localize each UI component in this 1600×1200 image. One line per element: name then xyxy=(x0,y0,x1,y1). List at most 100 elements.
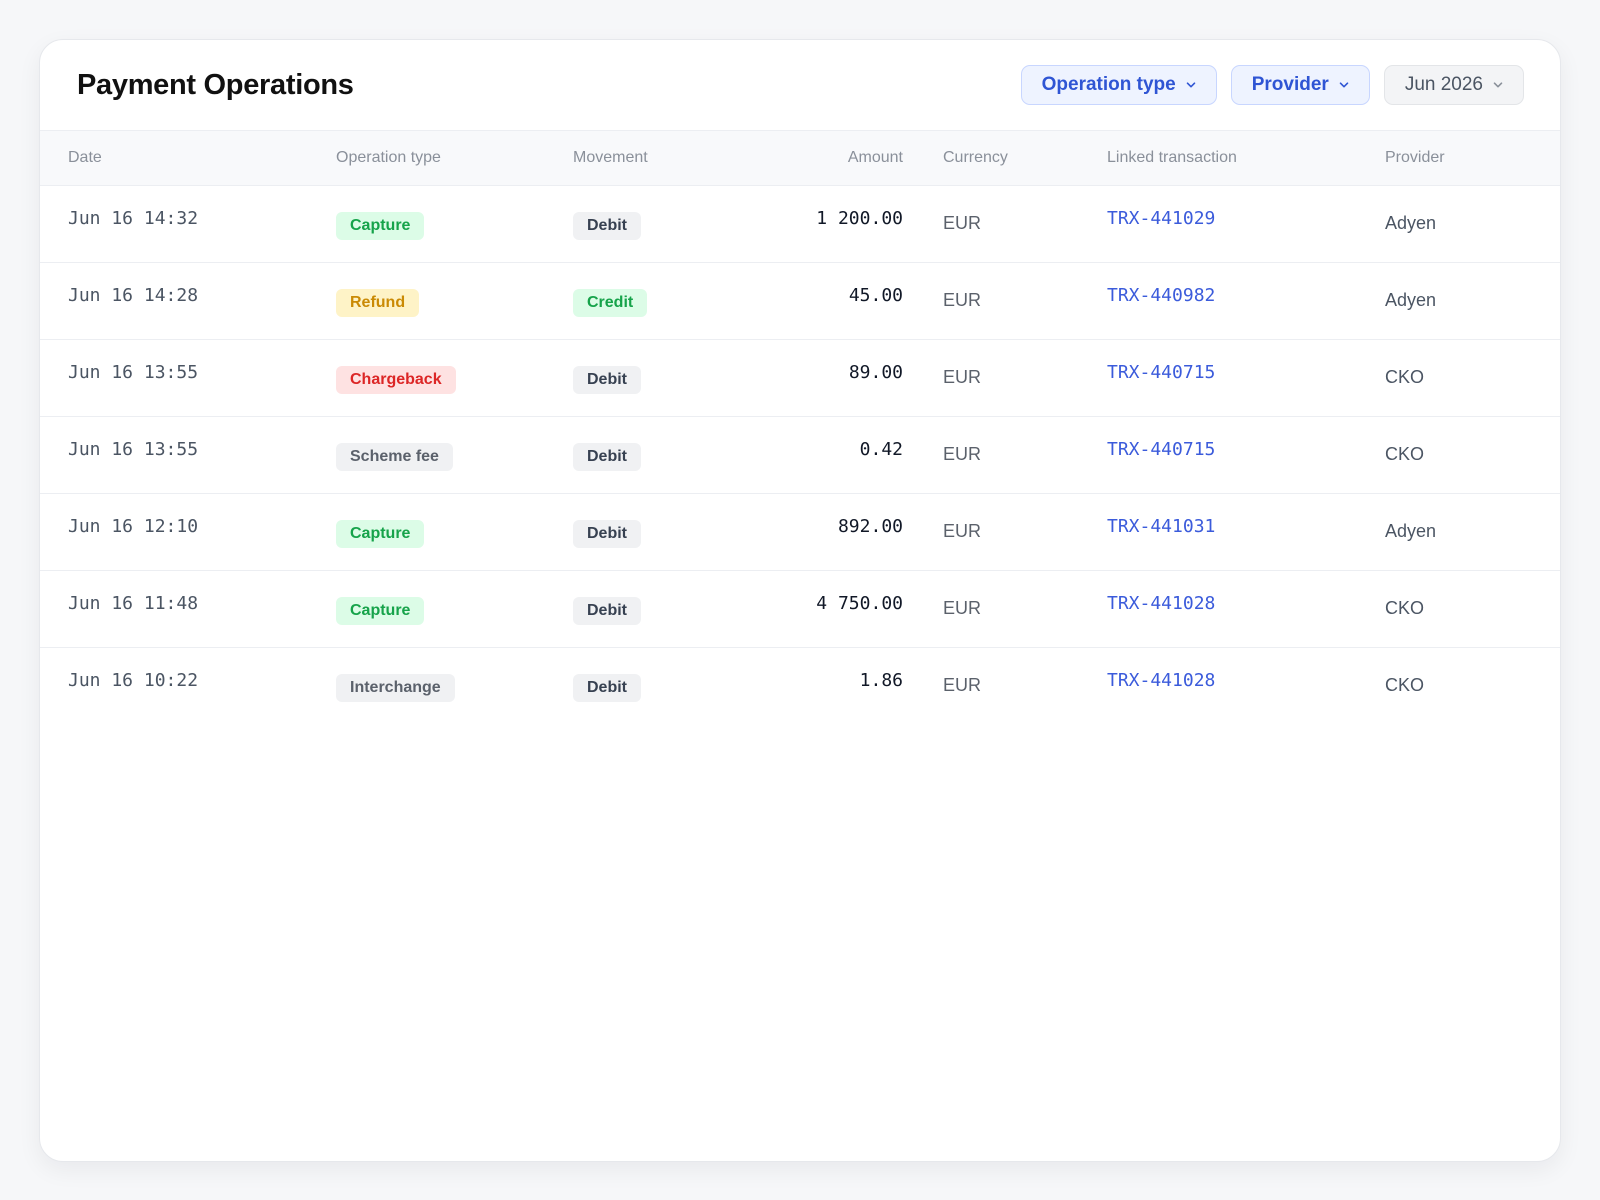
table-row[interactable]: Jun 16 14:32 Capture Debit 1 200.00 EUR … xyxy=(40,185,1560,262)
table-row[interactable]: Jun 16 12:10 Capture Debit 892.00 EUR TR… xyxy=(40,493,1560,570)
operation-type-cell: Refund xyxy=(336,262,573,339)
date-value: Jun 16 10:22 xyxy=(68,670,199,692)
linked-transaction-link[interactable]: TRX-441028 xyxy=(1107,670,1215,691)
provider-cell: Adyen xyxy=(1385,185,1560,262)
column-header-date[interactable]: Date xyxy=(40,131,336,185)
column-header-linked-transaction[interactable]: Linked transaction xyxy=(1107,131,1385,185)
amount-value: 4 750.00 xyxy=(816,593,903,614)
operation-type-cell: Scheme fee xyxy=(336,416,573,493)
page-title: Payment Operations xyxy=(77,68,354,101)
linked-transaction-link[interactable]: TRX-441031 xyxy=(1107,516,1215,537)
table-header-row: Date Operation type Movement Amount Curr… xyxy=(40,131,1560,185)
linked-transaction-cell: TRX-440715 xyxy=(1107,339,1385,416)
column-header-movement[interactable]: Movement xyxy=(573,131,743,185)
date-value: Jun 16 13:55 xyxy=(68,439,199,460)
date-value: Jun 16 11:48 xyxy=(68,593,199,614)
currency-value: EUR xyxy=(943,598,982,618)
currency-value: EUR xyxy=(943,444,982,464)
chevron-down-icon xyxy=(1339,80,1349,90)
operation-type-badge: Scheme fee xyxy=(336,442,453,471)
operation-type-badge: Refund xyxy=(336,288,420,317)
operation-type-filter[interactable]: Operation type xyxy=(1020,65,1217,105)
provider-value: CKO xyxy=(1385,598,1425,618)
currency-value: EUR xyxy=(943,367,982,387)
table-row[interactable]: Jun 16 13:55 Chargeback Debit 89.00 EUR … xyxy=(40,339,1560,416)
provider-filter[interactable]: Provider xyxy=(1230,65,1370,105)
date-cell: Jun 16 14:32 xyxy=(40,185,336,262)
date-cell: Jun 16 10:22 xyxy=(40,647,336,724)
movement-badge: Debit xyxy=(573,519,641,548)
currency-cell: EUR xyxy=(903,416,1107,493)
date-cell: Jun 16 13:55 xyxy=(40,339,336,416)
provider-filter-label: Provider xyxy=(1251,74,1329,95)
table-row[interactable]: Jun 16 14:28 Refund Credit 45.00 EUR TRX… xyxy=(40,262,1560,339)
date-cell: Jun 16 14:28 xyxy=(40,262,336,339)
linked-transaction-cell: TRX-440982 xyxy=(1107,262,1385,339)
linked-transaction-link[interactable]: TRX-440982 xyxy=(1107,285,1215,306)
movement-badge: Debit xyxy=(573,442,641,471)
linked-transaction-link[interactable]: TRX-441028 xyxy=(1107,593,1215,614)
currency-value: EUR xyxy=(943,521,982,541)
linked-transaction-cell: TRX-441028 xyxy=(1107,570,1385,647)
amount-cell: 45.00 xyxy=(743,262,903,339)
table-row[interactable]: Jun 16 11:48 Capture Debit 4 750.00 EUR … xyxy=(40,570,1560,647)
column-header-amount[interactable]: Amount xyxy=(743,131,903,185)
date-cell: Jun 16 12:10 xyxy=(40,493,336,570)
currency-cell: EUR xyxy=(903,339,1107,416)
currency-cell: EUR xyxy=(903,647,1107,724)
operation-type-badge: Chargeback xyxy=(336,365,456,394)
provider-cell: CKO xyxy=(1385,570,1560,647)
movement-cell: Credit xyxy=(573,262,743,339)
date-cell: Jun 16 11:48 xyxy=(40,570,336,647)
linked-transaction-link[interactable]: TRX-441029 xyxy=(1107,208,1215,229)
table-row[interactable]: Jun 16 10:22 Interchange Debit 1.86 EUR … xyxy=(40,647,1560,724)
provider-cell: Adyen xyxy=(1385,493,1560,570)
operation-type-filter-label: Operation type xyxy=(1041,74,1176,95)
provider-value: CKO xyxy=(1385,367,1425,387)
date-value: Jun 16 13:55 xyxy=(68,362,199,383)
column-header-currency[interactable]: Currency xyxy=(903,131,1107,185)
provider-value: CKO xyxy=(1385,675,1425,696)
movement-cell: Debit xyxy=(573,339,743,416)
column-header-operation-type[interactable]: Operation type xyxy=(336,131,573,185)
operation-type-badge: Capture xyxy=(336,596,425,625)
movement-badge: Debit xyxy=(573,673,641,702)
operation-type-cell: Chargeback xyxy=(336,339,573,416)
table-row[interactable]: Jun 16 13:55 Scheme fee Debit 0.42 EUR T… xyxy=(40,416,1560,493)
provider-cell: Adyen xyxy=(1385,262,1560,339)
operation-type-badge: Capture xyxy=(336,211,425,240)
movement-cell: Debit xyxy=(573,647,743,724)
provider-cell: CKO xyxy=(1385,647,1560,724)
currency-cell: EUR xyxy=(903,570,1107,647)
period-filter-label: Jun 2026 xyxy=(1404,74,1483,95)
movement-badge: Debit xyxy=(573,211,641,240)
provider-cell: CKO xyxy=(1385,339,1560,416)
amount-cell: 0.42 xyxy=(743,416,903,493)
movement-cell: Debit xyxy=(573,185,743,262)
filter-bar: Operation type Provider Jun 2026 xyxy=(1020,65,1524,105)
currency-cell: EUR xyxy=(903,185,1107,262)
linked-transaction-link[interactable]: TRX-440715 xyxy=(1107,439,1215,460)
amount-value: 1.86 xyxy=(859,670,903,692)
currency-cell: EUR xyxy=(903,493,1107,570)
movement-cell: Debit xyxy=(573,493,743,570)
provider-value: Adyen xyxy=(1385,213,1437,233)
column-header-provider[interactable]: Provider xyxy=(1385,131,1560,185)
currency-value: EUR xyxy=(943,290,982,310)
amount-cell: 1.86 xyxy=(743,647,903,724)
provider-value: Adyen xyxy=(1385,290,1437,310)
amount-cell: 89.00 xyxy=(743,339,903,416)
operation-type-badge: Interchange xyxy=(336,673,455,702)
table-header: Date Operation type Movement Amount Curr… xyxy=(40,131,1560,185)
linked-transaction-link[interactable]: TRX-440715 xyxy=(1107,362,1215,383)
amount-value: 0.42 xyxy=(859,439,903,460)
operations-table: Date Operation type Movement Amount Curr… xyxy=(40,131,1560,724)
provider-cell: CKO xyxy=(1385,416,1560,493)
amount-value: 45.00 xyxy=(848,285,903,306)
payment-operations-card: Payment Operations Operation type Provid… xyxy=(39,39,1561,1162)
chevron-down-icon xyxy=(1493,80,1503,90)
currency-cell: EUR xyxy=(903,262,1107,339)
currency-value: EUR xyxy=(943,213,982,233)
date-value: Jun 16 14:32 xyxy=(68,208,199,229)
period-filter[interactable]: Jun 2026 xyxy=(1383,65,1524,105)
